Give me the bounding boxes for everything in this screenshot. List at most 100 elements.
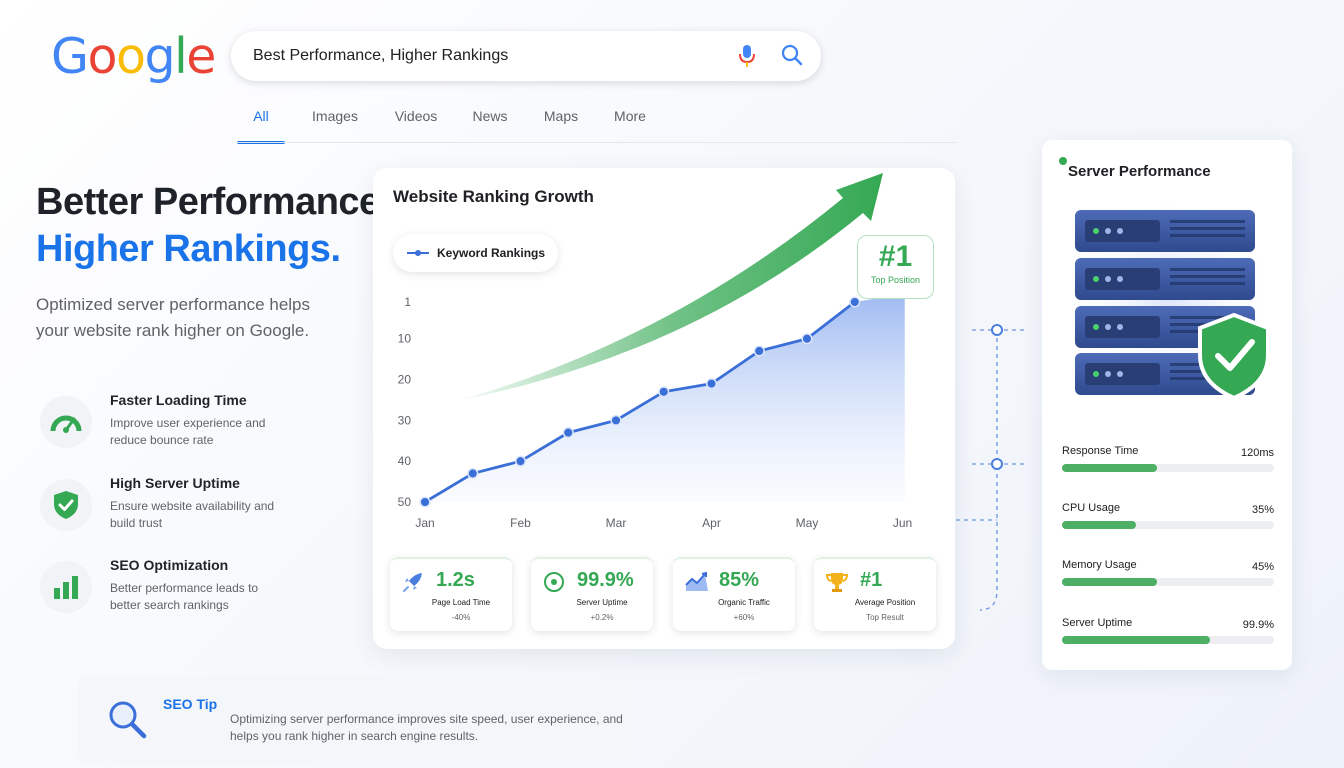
bar-chart-icon	[40, 561, 92, 613]
ranking-chart-card: Website Ranking Growth Keyword Rankings …	[373, 168, 955, 649]
logo-letter: l	[174, 28, 188, 85]
data-point	[753, 345, 765, 357]
data-point	[467, 467, 479, 479]
badge-value: #1	[878, 240, 913, 273]
metric-label: Memory Usage	[1062, 559, 1137, 571]
stat-label: Average Position	[854, 598, 916, 607]
metric-fill	[1062, 521, 1137, 529]
metric-track	[1062, 521, 1274, 529]
feature-title: High Server Uptime	[110, 475, 240, 491]
trophy-icon	[826, 573, 848, 592]
hero-description: Optimized server performance helps your …	[36, 295, 311, 340]
data-point	[658, 386, 670, 398]
rocket-icon	[403, 573, 422, 592]
tip-text: Optimizing server performance improves s…	[230, 712, 623, 743]
x-tick-label: Jan	[415, 516, 434, 530]
metric-fill	[1062, 464, 1158, 472]
stat-label: Page Load Time	[431, 598, 491, 607]
metric-value: 99.9%	[1242, 619, 1274, 631]
stat-value: 99.9%	[577, 569, 634, 591]
feature-title: Faster Loading Time	[110, 392, 247, 408]
stat-value: #1	[860, 569, 883, 591]
y-tick-label: 20	[398, 373, 412, 387]
stat-change: +0.2%	[590, 613, 614, 622]
microphone-icon[interactable]	[737, 43, 757, 69]
logo-letter: G	[51, 28, 89, 85]
metric-fill	[1062, 578, 1158, 586]
feature-description: Improve user experience and reduce bounc…	[110, 416, 266, 447]
logo-letter: o	[87, 28, 117, 85]
logo-letter: e	[186, 28, 216, 85]
tab-more[interactable]: More	[603, 100, 657, 144]
metric-track	[1062, 578, 1274, 586]
metric-value: 35%	[1251, 504, 1274, 516]
data-point	[514, 455, 527, 467]
target-icon	[544, 572, 564, 592]
ranking-line-chart: 1 10 20 30 40 50Jan Feb Mar Apr May Jun	[398, 173, 912, 530]
data-point	[610, 414, 622, 426]
feature-description: Better performance leads to better searc…	[110, 581, 259, 612]
metric-label: CPU Usage	[1062, 502, 1121, 514]
feature-item: High Server Uptime Ensure website availa…	[40, 475, 340, 545]
search-bar[interactable]	[231, 31, 821, 81]
search-icon[interactable]	[780, 43, 804, 67]
stat-label: Server Uptime	[576, 598, 628, 607]
status-dot	[1059, 157, 1067, 165]
trend-chart-icon	[685, 571, 708, 591]
x-tick-label: May	[796, 516, 819, 530]
data-point	[562, 427, 574, 439]
y-tick-label: 30	[398, 413, 412, 427]
data-point	[705, 378, 718, 390]
connector-lines	[956, 324, 1028, 611]
stat-value: 85%	[719, 569, 760, 591]
hero-title-line2: Higher Rankings.	[36, 228, 341, 270]
magnifier-icon	[109, 701, 147, 739]
search-input[interactable]	[253, 47, 821, 65]
tab-videos[interactable]: Videos	[385, 100, 447, 144]
metric-value: 120ms	[1240, 447, 1274, 459]
stat-card-uptime: 99.9% Server Uptime +0.2%	[531, 557, 653, 631]
server-rack-icon	[1062, 195, 1278, 400]
top-position-badge: #1 Top Position	[857, 235, 934, 299]
stat-label: Organic Traffic	[718, 598, 770, 607]
data-point	[849, 296, 861, 308]
stat-change: +60%	[733, 613, 755, 622]
hero-title-line1: Better Performance.	[36, 181, 390, 223]
data-point	[419, 496, 431, 508]
metric-label: Server Uptime	[1062, 617, 1133, 629]
server-card-title: Server Performance	[1068, 163, 1211, 180]
google-logo[interactable]: Google	[51, 28, 216, 85]
tab-maps[interactable]: Maps	[533, 100, 589, 144]
metric-track	[1062, 464, 1274, 472]
y-tick-label: 1	[404, 295, 411, 309]
metric-server-uptime: Server Uptime 99.9%	[1062, 617, 1274, 647]
metric-value: 45%	[1251, 561, 1274, 573]
feature-item: SEO Optimization Better performance lead…	[40, 557, 340, 627]
speedometer-icon	[40, 396, 92, 448]
badge-label: Top Position	[870, 275, 921, 285]
metric-fill	[1062, 636, 1211, 644]
metric-response-time: Response Time 120ms	[1062, 445, 1274, 475]
tab-news[interactable]: News	[463, 100, 517, 144]
metric-track	[1062, 636, 1274, 644]
tab-images[interactable]: Images	[299, 100, 371, 144]
stat-card-page-load: 1.2s Page Load Time -40%	[390, 557, 512, 631]
y-tick-label: 50	[398, 495, 412, 509]
stat-card-position: #1 Average Position Top Result	[814, 557, 936, 631]
tab-all[interactable]: All	[237, 100, 285, 144]
y-tick-label: 40	[398, 454, 412, 468]
stat-change: Top Result	[866, 613, 904, 622]
metric-cpu-usage: CPU Usage 35%	[1062, 502, 1274, 532]
x-tick-label: Apr	[702, 516, 721, 530]
logo-letter: g	[144, 28, 175, 85]
stat-change: -40%	[451, 613, 471, 622]
feature-description: Ensure website availability and build tr…	[110, 499, 275, 530]
feature-title: SEO Optimization	[110, 557, 229, 573]
metric-label: Response Time	[1062, 445, 1139, 457]
metric-memory-usage: Memory Usage 45%	[1062, 559, 1274, 589]
x-tick-label: Mar	[606, 516, 627, 530]
seo-tip-box: SEO Tip Optimizing server performance im…	[78, 676, 633, 764]
feature-item: Faster Loading Time Improve user experie…	[40, 392, 340, 462]
stat-value: 1.2s	[436, 569, 475, 591]
x-tick-label: Jun	[893, 516, 912, 530]
